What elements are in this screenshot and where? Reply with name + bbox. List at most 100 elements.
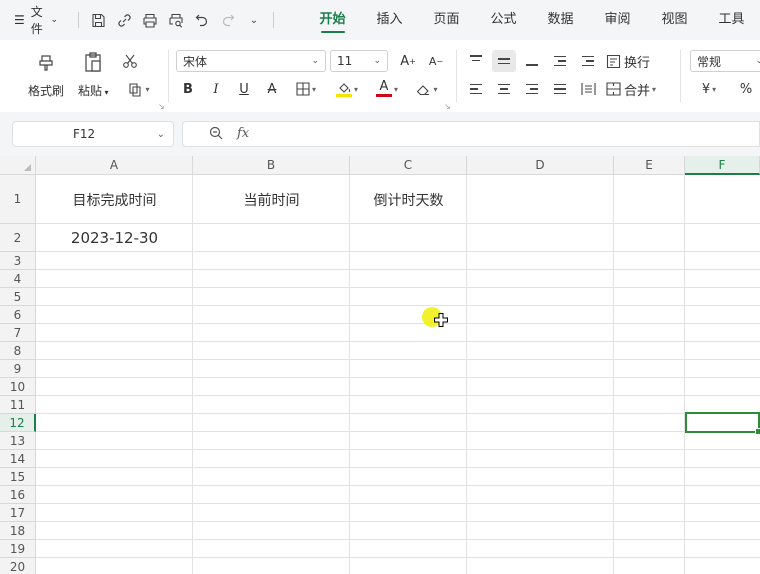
print-preview-icon[interactable]	[163, 9, 189, 31]
italic-button[interactable]: I	[204, 78, 228, 100]
fill-color-icon[interactable]: ▾	[330, 78, 364, 100]
cell-a2[interactable]: 2023-12-30	[36, 224, 193, 252]
formula-input[interactable]: fx	[182, 121, 760, 147]
tab-insert[interactable]: 插入	[361, 0, 418, 40]
column-header-a[interactable]: A	[36, 156, 193, 175]
row-header-13[interactable]: 13	[0, 432, 36, 450]
print-icon[interactable]	[137, 9, 163, 31]
row-header-15[interactable]: 15	[0, 468, 36, 486]
increase-font-icon[interactable]: A +	[396, 50, 420, 72]
border-icon[interactable]: ▾	[290, 78, 322, 100]
cell-c1[interactable]: 倒计时天数	[350, 175, 467, 224]
row-header-2[interactable]: 2	[0, 224, 36, 252]
customize-chevron-icon[interactable]: ⌄	[241, 9, 267, 31]
tab-page[interactable]: 页面	[418, 0, 475, 40]
save-icon[interactable]	[85, 9, 111, 31]
grid-line	[466, 175, 467, 574]
distributed-icon[interactable]	[576, 78, 600, 100]
align-right-icon[interactable]	[520, 78, 544, 100]
paste-button[interactable]: 粘贴 ▾	[78, 50, 109, 99]
grid-line	[36, 341, 760, 342]
chevron-down-icon: ⌄	[373, 56, 381, 66]
row-header-10[interactable]: 10	[0, 378, 36, 396]
row-header-4[interactable]: 4	[0, 270, 36, 288]
align-bottom-icon[interactable]	[520, 50, 544, 72]
row-header-8[interactable]: 8	[0, 342, 36, 360]
format-painter-button[interactable]: 格式刷	[28, 50, 64, 99]
currency-format-button[interactable]: ¥ ▾	[692, 78, 726, 100]
row-header-7[interactable]: 7	[0, 324, 36, 342]
cell-b1[interactable]: 当前时间	[193, 175, 350, 224]
justify-icon[interactable]	[548, 78, 572, 100]
decrease-font-icon[interactable]: A −	[424, 50, 448, 72]
align-left-icon[interactable]	[464, 78, 488, 100]
grid-line	[684, 175, 685, 574]
row-header-3[interactable]: 3	[0, 252, 36, 270]
align-top-icon[interactable]	[464, 50, 488, 72]
number-format-select[interactable]: 常规 ⌄	[690, 50, 760, 72]
column-header-b[interactable]: B	[193, 156, 350, 175]
grid-line	[613, 175, 614, 574]
tab-tools[interactable]: 工具	[703, 0, 760, 40]
eraser-icon[interactable]: ▾	[410, 78, 444, 100]
merge-button[interactable]: 合并 ▾	[606, 78, 668, 100]
row-header-6[interactable]: 6	[0, 306, 36, 324]
chevron-down-icon: ⌄	[50, 15, 58, 25]
tab-formula[interactable]: 公式	[475, 0, 532, 40]
active-cell-f12[interactable]	[685, 412, 760, 435]
cut-icon[interactable]	[118, 50, 142, 72]
tab-home[interactable]: 开始	[304, 0, 361, 40]
strikethrough-button[interactable]: A	[260, 78, 284, 100]
row-header-1[interactable]: 1	[0, 175, 36, 224]
share-icon[interactable]	[111, 9, 137, 31]
increase-indent-icon[interactable]	[576, 50, 600, 72]
column-header-e[interactable]: E	[614, 156, 685, 175]
font-color-swatch	[375, 94, 392, 97]
tab-view[interactable]: 视图	[646, 0, 703, 40]
fx-icon[interactable]: fx	[237, 126, 249, 141]
grid-line	[36, 413, 760, 414]
column-header-c[interactable]: C	[350, 156, 467, 175]
row-header-16[interactable]: 16	[0, 486, 36, 504]
row-header-14[interactable]: 14	[0, 450, 36, 468]
underline-button[interactable]: U	[232, 78, 256, 100]
name-box[interactable]: F12 ⌄	[12, 121, 174, 147]
copy-icon[interactable]: ▾	[122, 78, 156, 100]
format-painter-label: 格式刷	[28, 84, 65, 98]
bold-button[interactable]: B	[176, 78, 200, 100]
cell-a1[interactable]: 目标完成时间	[36, 175, 193, 224]
grid-line	[36, 449, 760, 450]
column-header-f[interactable]: F	[685, 156, 760, 175]
file-menu[interactable]: ☰ 文件 ⌄	[14, 3, 58, 37]
font-size-value: 11	[337, 54, 353, 68]
zoom-icon[interactable]	[209, 126, 223, 144]
dialog-launcher-icon[interactable]: ↘	[444, 102, 451, 111]
font-name-select[interactable]: 宋体 ⌄	[176, 50, 326, 72]
row-header-9[interactable]: 9	[0, 360, 36, 378]
row-header-12[interactable]: 12	[0, 414, 36, 432]
row-header-18[interactable]: 18	[0, 522, 36, 540]
decrease-indent-icon[interactable]	[548, 50, 572, 72]
percent-format-button[interactable]: %	[734, 78, 758, 100]
column-header-d[interactable]: D	[467, 156, 614, 175]
tab-data[interactable]: 数据	[532, 0, 589, 40]
row-header-11[interactable]: 11	[0, 396, 36, 414]
grid-line	[36, 269, 760, 270]
undo-icon[interactable]	[189, 9, 215, 31]
row-header-5[interactable]: 5	[0, 288, 36, 306]
font-size-select[interactable]: 11 ⌄	[330, 50, 388, 72]
row-header-20[interactable]: 20	[0, 558, 36, 574]
row-header-17[interactable]: 17	[0, 504, 36, 522]
font-color-icon[interactable]: A ▾	[370, 78, 404, 100]
select-all-corner[interactable]	[0, 156, 36, 175]
redo-icon[interactable]	[215, 9, 241, 31]
dialog-launcher-icon[interactable]: ↘	[158, 102, 165, 111]
tab-review[interactable]: 审阅	[589, 0, 646, 40]
spreadsheet-grid[interactable]: A B C D E F 1 2 3 4 5 6 7 8 9 10 11 12 1…	[0, 156, 760, 574]
align-middle-icon[interactable]	[492, 50, 516, 72]
wrap-text-button[interactable]: 换行	[606, 50, 656, 72]
grid-line	[36, 467, 760, 468]
align-center-icon[interactable]	[492, 78, 516, 100]
row-header-19[interactable]: 19	[0, 540, 36, 558]
hamburger-icon[interactable]: ☰	[14, 13, 25, 27]
